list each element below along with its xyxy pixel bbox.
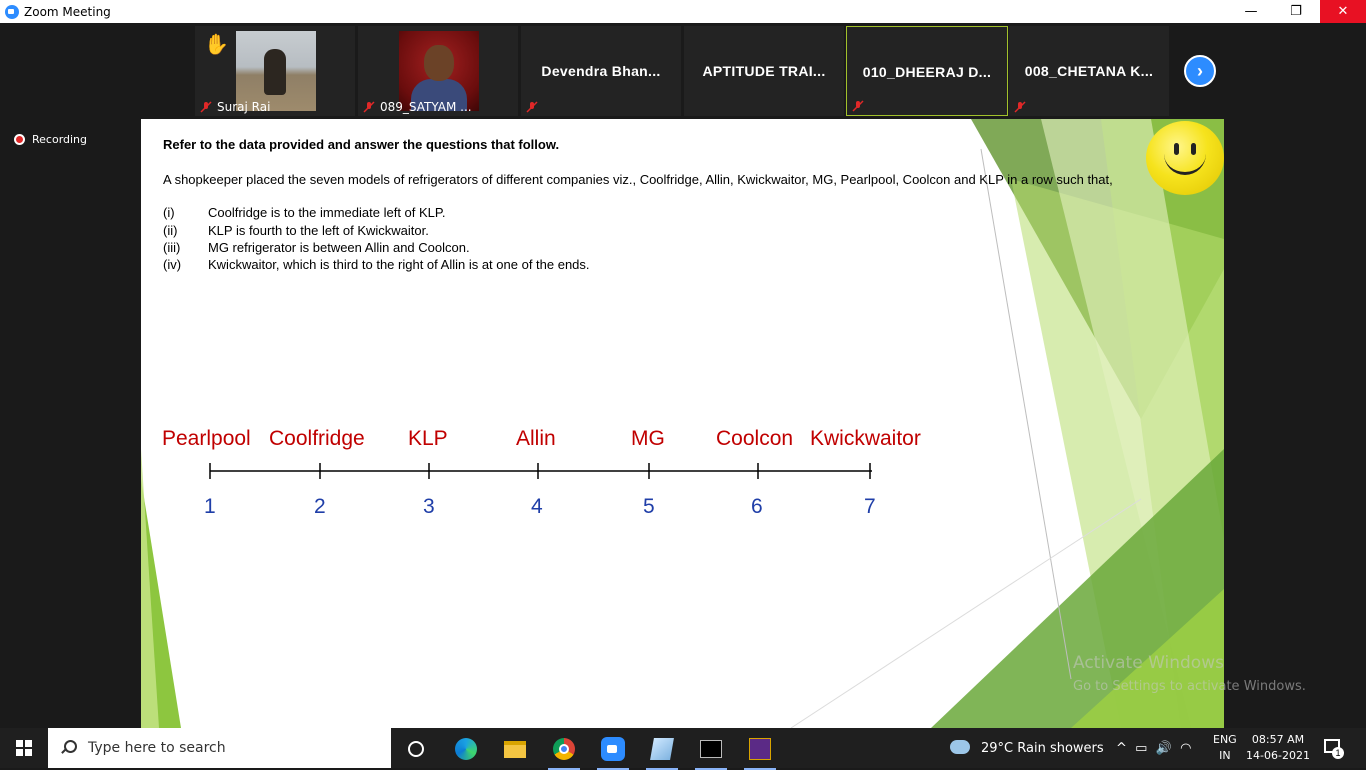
participant-name: 010_DHEERAJ D... (862, 64, 992, 80)
app-icon[interactable] (740, 734, 780, 770)
brand-label: Allin (516, 427, 556, 450)
muted-mic-icon (1014, 101, 1026, 113)
participant-tile[interactable]: APTITUDE TRAI... (684, 26, 844, 116)
command-prompt-icon[interactable] (691, 734, 731, 770)
close-button[interactable]: ✕ (1320, 0, 1366, 23)
notification-icon[interactable]: 1 (1322, 737, 1344, 759)
participant-tile[interactable]: 089_SATYAM ... (358, 26, 518, 116)
file-explorer-icon[interactable] (495, 734, 535, 764)
participant-video (236, 31, 316, 111)
minimize-button[interactable]: — (1228, 0, 1274, 23)
participant-name: 008_CHETANA K... (1024, 63, 1154, 79)
record-icon (14, 134, 25, 145)
muted-mic-icon (526, 101, 538, 113)
brand-label: Coolcon (716, 427, 794, 450)
brand-label: Pearlpool (162, 427, 251, 450)
arrangement-line (209, 463, 872, 479)
chrome-icon[interactable] (544, 734, 584, 770)
recording-label: Recording (32, 133, 88, 146)
participant-tile[interactable]: Devendra Bhan... (521, 26, 681, 116)
participant-name: Suraj Rai (217, 100, 271, 114)
notification-badge: 1 (1332, 747, 1344, 759)
windows-start-icon[interactable] (0, 728, 48, 768)
position-number: 6 (751, 495, 763, 518)
search-placeholder: Type here to search (88, 740, 226, 756)
position-number: 2 (314, 495, 326, 518)
weather-text[interactable]: 29°C Rain showers (981, 728, 1104, 768)
muted-mic-icon (363, 101, 375, 113)
window-title: Zoom Meeting (24, 4, 111, 19)
position-number: 1 (204, 495, 216, 518)
notepad-icon[interactable] (642, 734, 682, 770)
title-bar: Zoom Meeting — ❐ ✕ (0, 0, 1366, 23)
participant-name: 089_SATYAM ... (380, 100, 472, 114)
participant-tile[interactable]: ✋ Suraj Rai (195, 26, 355, 116)
position-number: 4 (531, 495, 543, 518)
position-number: 7 (864, 495, 876, 518)
system-tray-icons[interactable]: ^ ▭ 🔊 ◠ (1116, 728, 1192, 768)
brand-label: MG (631, 427, 665, 450)
taskbar: Type here to search 29°C Rain showers ^ … (0, 728, 1366, 770)
shared-slide: Refer to the data provided and answer th… (141, 119, 1224, 728)
position-number: 3 (423, 495, 435, 518)
weather-cloud-icon[interactable] (950, 740, 970, 754)
brand-label: Coolfridge (269, 427, 365, 450)
zoom-app-icon (5, 4, 19, 19)
recording-indicator[interactable]: Recording (14, 133, 87, 146)
participant-video (399, 31, 479, 111)
muted-mic-icon (200, 101, 212, 113)
next-page-arrow-icon[interactable]: › (1184, 55, 1216, 87)
search-icon (60, 740, 77, 756)
cortana-icon[interactable] (396, 734, 436, 764)
activate-windows-watermark: Activate Windows Go to Settings to activ… (1073, 653, 1306, 694)
participant-tile-active[interactable]: 010_DHEERAJ D... (846, 26, 1008, 116)
position-number: 5 (643, 495, 655, 518)
participant-tile[interactable]: 008_CHETANA K... (1009, 26, 1169, 116)
participant-name: Devendra Bhan... (541, 63, 661, 79)
brand-label: KLP (408, 427, 448, 450)
taskbar-search-input[interactable]: Type here to search (48, 728, 391, 768)
meeting-stage: ✋ Suraj Rai 089_SATYAM ... Devendra Bhan… (0, 23, 1366, 728)
raised-hand-icon: ✋ (204, 34, 229, 56)
zoom-taskbar-icon[interactable] (593, 734, 633, 770)
system-clock[interactable]: 08:57 AM 14-06-2021 (1246, 732, 1310, 764)
participant-name: APTITUDE TRAI... (702, 63, 826, 79)
edge-browser-icon[interactable] (446, 734, 486, 764)
muted-mic-icon (852, 100, 864, 112)
maximize-button[interactable]: ❐ (1273, 0, 1319, 23)
brand-label: Kwickwaitor (810, 427, 921, 450)
language-indicator[interactable]: ENG IN (1213, 732, 1237, 764)
